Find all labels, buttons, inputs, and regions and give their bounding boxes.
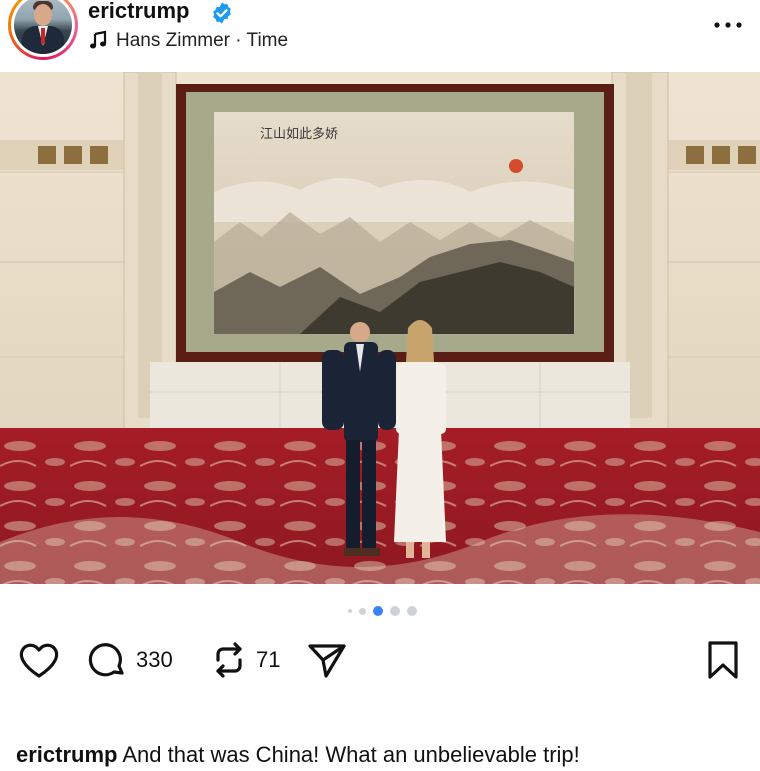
post-caption: erictrump And that was China! What an un… — [16, 742, 580, 768]
share-button[interactable] — [306, 638, 348, 682]
audio-track[interactable]: Hans Zimmer · Time — [116, 30, 288, 52]
post-image[interactable]: 江山如此多娇 — [0, 72, 760, 584]
avatar[interactable] — [14, 0, 72, 54]
heart-icon — [19, 643, 59, 678]
comment-button[interactable]: 330 — [88, 638, 173, 682]
comment-icon — [88, 643, 124, 677]
caption-username[interactable]: erictrump — [16, 742, 117, 767]
like-button[interactable] — [18, 638, 60, 682]
story-ring[interactable] — [8, 0, 78, 60]
music-note-icon — [90, 30, 107, 49]
verified-badge-icon — [213, 2, 231, 24]
username[interactable]: erictrump — [88, 0, 189, 24]
more-horizontal-icon[interactable] — [712, 18, 744, 32]
comment-count: 330 — [136, 647, 173, 672]
repost-button[interactable]: 71 — [210, 638, 280, 682]
carousel-indicator — [0, 604, 760, 618]
bookmark-icon — [708, 641, 738, 679]
caption-text: And that was China! What an unbelievable… — [117, 742, 580, 767]
carousel-dot[interactable] — [406, 606, 417, 616]
save-button[interactable] — [704, 638, 742, 682]
svg-text:江山如此多娇: 江山如此多娇 — [260, 126, 338, 142]
action-bar: 330 71 — [0, 638, 760, 682]
carousel-dot-active[interactable] — [372, 606, 383, 616]
repost-count: 71 — [256, 647, 281, 672]
post-header: erictrump Hans Zimmer · Time — [0, 0, 760, 72]
carousel-dot[interactable] — [347, 609, 352, 613]
hall-photo: 江山如此多娇 — [0, 72, 760, 584]
carousel-dot[interactable] — [389, 606, 400, 616]
carousel-dot[interactable] — [358, 607, 366, 615]
repost-icon — [216, 642, 242, 678]
send-icon — [308, 644, 346, 678]
